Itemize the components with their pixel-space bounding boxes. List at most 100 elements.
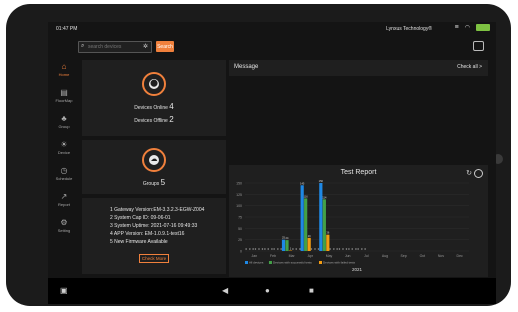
info-line: 1 Gateway Version:EM-3.3.2.3-EGW-Z004 — [110, 207, 205, 213]
system-info-list: 1 Gateway Version:EM-3.3.2.3-EGW-Z004 2 … — [110, 206, 204, 246]
back-icon[interactable]: ◀ — [222, 286, 228, 295]
data-label: 150 — [319, 179, 324, 183]
data-label: 0 — [277, 247, 279, 251]
wifi-icon: ◠ — [464, 25, 470, 31]
devices-ring: ⬤ — [142, 72, 166, 96]
y-tick-label: 0 — [240, 250, 242, 254]
x-tick-label: Oct — [420, 254, 425, 258]
devices-online-label: Devices Online — [134, 105, 168, 111]
bar — [285, 240, 289, 251]
check-all-link[interactable]: Check all > — [457, 64, 482, 70]
group-icon: ♣ — [61, 114, 67, 123]
search-button[interactable]: Search — [156, 41, 174, 52]
y-tick-label: 25 — [238, 238, 242, 242]
app-switch-icon[interactable]: ▣ — [60, 286, 68, 295]
sidebar-item-schedule[interactable]: ◷ Schedule — [48, 166, 80, 190]
data-label: 0 — [357, 247, 359, 251]
legend-label: Devices with failed tests — [323, 261, 356, 265]
y-tick-label: 75 — [238, 216, 242, 220]
sidebar-item-label: Home — [58, 72, 70, 77]
x-tick-label: Jan — [252, 254, 258, 258]
devices-offline-label: Devices Offline — [134, 118, 168, 124]
home-button-icon[interactable]: ● — [265, 286, 270, 295]
data-label: 0 — [258, 247, 260, 251]
legend-label: All devices — [249, 261, 264, 265]
devices-offline-row: Devices Offline 2 — [82, 115, 226, 124]
data-label: 0 — [311, 247, 313, 251]
top-bar: ⌕ ✲ Search — [48, 36, 496, 58]
test-report-chart: 0 25 50 75 100 125 150 Jan Feb Mar Apr May Jun Jul Aug… — [236, 179, 469, 272]
x-tick-label: Feb — [270, 254, 276, 258]
x-tick-label: Sep — [401, 254, 407, 258]
data-label: 0 — [339, 247, 341, 251]
data-label: 0 — [361, 247, 363, 251]
status-bar: 01:47 PM Lynxus Technology® ≡ ◠ — [48, 22, 496, 36]
check-more-button[interactable]: Check More — [139, 254, 169, 263]
data-label: 0 — [314, 247, 316, 251]
menu-icon[interactable]: ≡ — [455, 24, 459, 31]
bar — [281, 239, 286, 251]
brand-name: Lynxus Technology® — [386, 26, 432, 32]
data-label: 0 — [245, 247, 247, 251]
sidebar-item-label: Group — [58, 124, 70, 129]
x-tick-label: Mar — [289, 254, 296, 258]
data-label: 0 — [348, 247, 350, 251]
location-pin-icon: ⬤ — [149, 79, 159, 89]
x-tick-label: Jul — [364, 254, 369, 258]
x-axis-label: 2021 — [352, 267, 363, 272]
groups-card[interactable]: ☁ Groups 5 — [82, 140, 226, 194]
devices-online-count: 4 — [169, 102, 174, 111]
bulb-icon: ☀ — [60, 140, 68, 149]
groups-icon: ☁ — [149, 155, 159, 165]
legend-swatch — [268, 261, 272, 264]
sidebar-item-home[interactable]: ⌂ Home — [48, 62, 80, 86]
data-label: 145 — [300, 181, 305, 185]
sidebar-item-label: Schedule — [55, 176, 73, 181]
test-report-panel: Test Report ↻ 0 25 50 75 100 125 150 Jan Feb Mar A… — [229, 165, 488, 277]
devices-card[interactable]: ⬤ Devices Online 4 Devices Offline 2 — [82, 60, 226, 136]
y-tick-label: 100 — [236, 204, 242, 208]
sidebar-item-label: FloorMap — [55, 98, 73, 103]
x-tick-label: Apr — [308, 254, 314, 258]
data-label: 0 — [333, 247, 335, 251]
tablet-frame: 01:47 PM Lynxus Technology® ≡ ◠ ⌕ ✲ Sear… — [6, 4, 511, 306]
sidebar-item-label: Report — [57, 202, 70, 207]
data-label: 0 — [268, 247, 270, 251]
bar — [326, 234, 330, 251]
chart-icon: ↗ — [60, 192, 68, 201]
x-tick-label: Nov — [438, 254, 444, 258]
x-tick-label: Aug — [382, 254, 388, 258]
devices-online-row: Devices Online 4 — [82, 102, 226, 111]
sidebar-item-device[interactable]: ☀ Device — [48, 140, 80, 164]
gear-icon: ⚙ — [60, 218, 68, 227]
x-tick-label: Jun — [345, 254, 351, 258]
search-box[interactable]: ⌕ ✲ — [78, 41, 152, 53]
clock-icon: ◷ — [60, 166, 68, 175]
sidebar: ⌂ Home ▤ FloorMap ♣ Group ☀ Device ◷ Schedule ↗ Rep… — [48, 58, 80, 278]
message-icon[interactable] — [473, 41, 484, 51]
data-label: 0 — [329, 247, 331, 251]
bar — [307, 237, 311, 251]
battery-icon — [476, 24, 490, 31]
legend-label: Devices with successful tests — [273, 261, 312, 265]
data-label: 0 — [296, 247, 298, 251]
sidebar-item-label: Device — [57, 150, 71, 155]
search-input[interactable] — [88, 42, 136, 52]
sidebar-item-floormap[interactable]: ▤ FloorMap — [48, 88, 80, 112]
info-line: 4 APP Version: EM-1.0.9.1-test16 — [110, 231, 185, 237]
legend-swatch — [245, 261, 248, 264]
sidebar-item-setting[interactable]: ⚙ Setting — [48, 218, 80, 242]
x-tick-label: Dec — [457, 254, 463, 258]
y-tick-label: 125 — [236, 193, 242, 197]
recents-icon[interactable]: ■ — [309, 286, 314, 295]
sidebar-item-report[interactable]: ↗ Report — [48, 192, 80, 216]
data-label: 0 — [249, 247, 251, 251]
y-tick-label: 50 — [238, 227, 242, 231]
system-info-card: 1 Gateway Version:EM-3.3.2.3-EGW-Z004 2 … — [82, 198, 226, 274]
sidebar-item-group[interactable]: ♣ Group — [48, 114, 80, 138]
floormap-icon: ▤ — [60, 88, 68, 97]
filter-icon[interactable]: ✲ — [143, 43, 148, 50]
data-label: 0 — [342, 247, 344, 251]
data-label: 0 — [292, 247, 294, 251]
data-label: 36 — [326, 231, 329, 235]
